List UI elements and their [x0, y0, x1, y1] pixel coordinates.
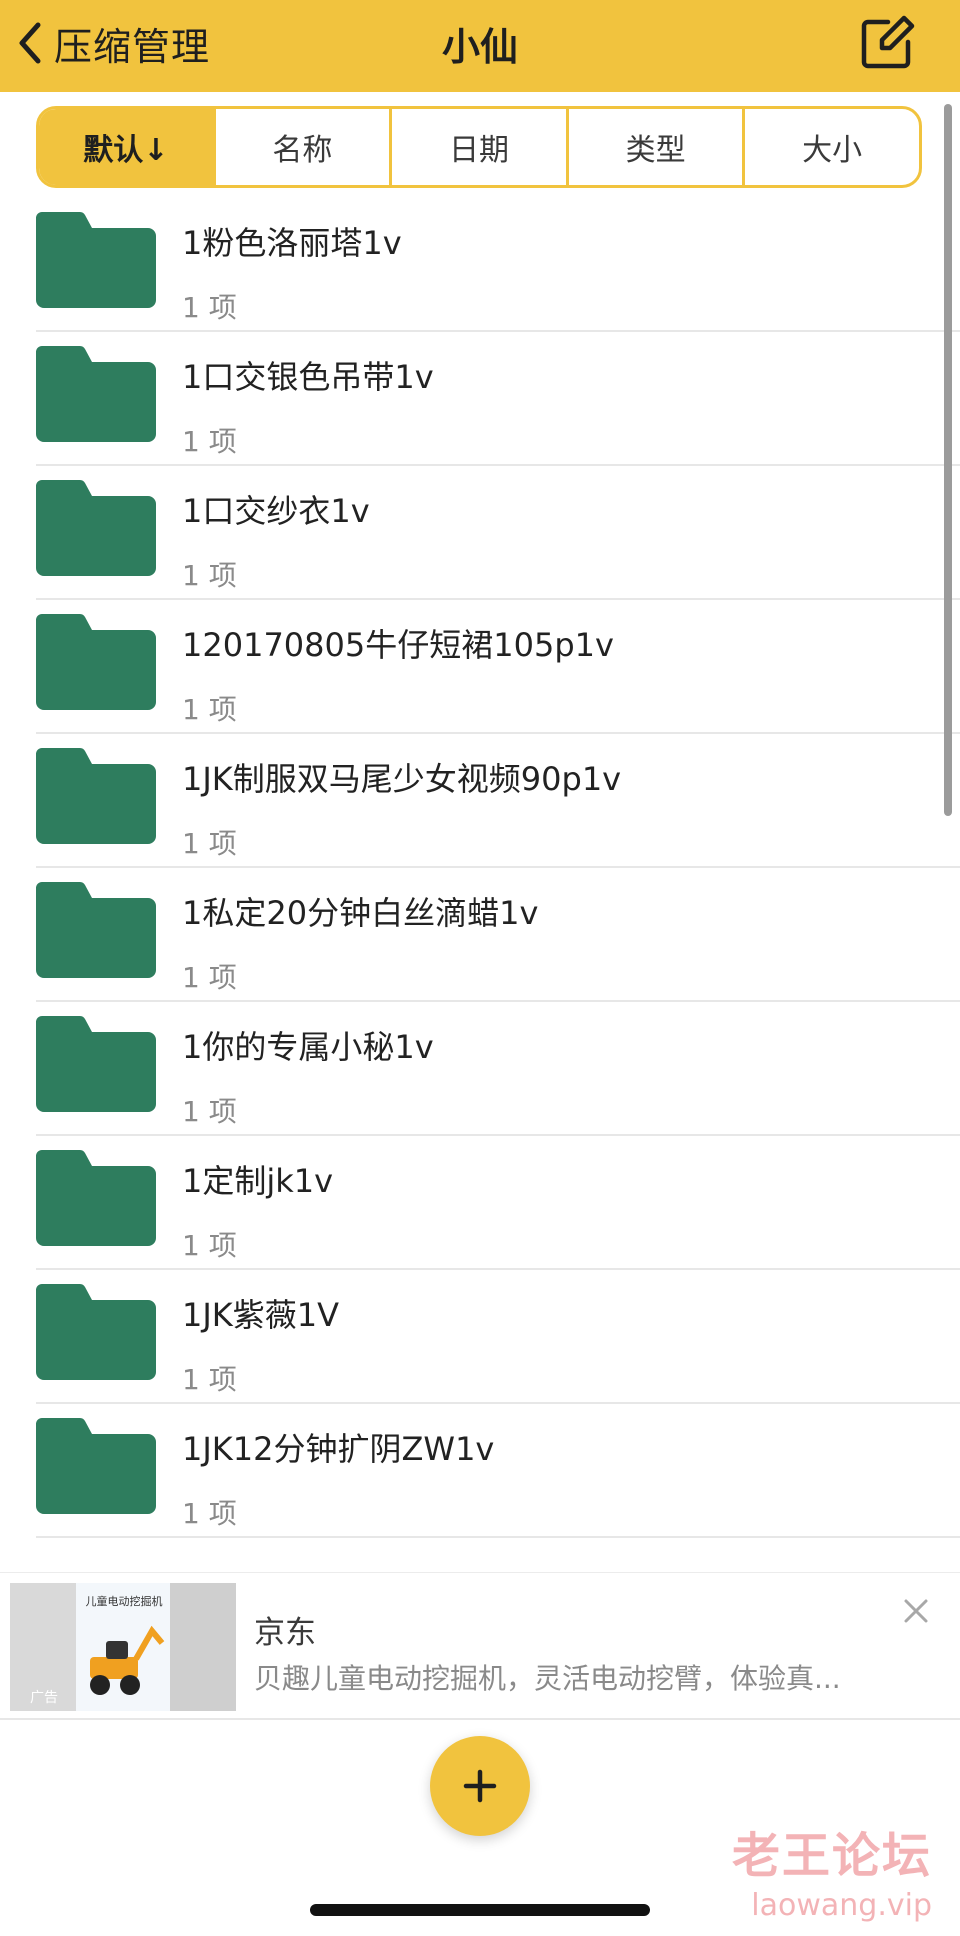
folder-list: 1粉色洛丽塔1v 1 项 1口交银色吊带1v 1 项 1口交纱衣1v 1 项 1… [0, 198, 960, 1538]
folder-icon [36, 748, 156, 844]
chevron-left-icon [19, 22, 41, 64]
back-label: 压缩管理 [54, 24, 211, 69]
nav-bar: 压缩管理 小仙 [0, 0, 960, 92]
folder-name: 1粉色洛丽塔1v [182, 224, 402, 262]
list-item[interactable]: 1口交银色吊带1v 1 项 [0, 332, 960, 466]
ad-tag: 广告 [30, 1690, 58, 1706]
item-count: 1 项 [182, 1497, 237, 1530]
folder-name: 1JK12分钟扩阴ZW1v [182, 1430, 495, 1468]
item-count: 1 项 [182, 559, 237, 592]
sort-tab-label: 日期 [448, 133, 509, 168]
close-icon[interactable] [898, 1593, 934, 1629]
sort-tab-type[interactable]: 类型 [565, 109, 743, 185]
list-item[interactable]: 1你的专属小秘1v 1 项 [0, 1002, 960, 1136]
sort-tab-name[interactable]: 名称 [212, 109, 390, 185]
sort-tab-label: 名称 [272, 133, 333, 168]
sort-tab-label: 类型 [625, 133, 686, 168]
add-button[interactable] [430, 1736, 530, 1836]
folder-name: 120170805牛仔短裙105p1v [182, 626, 614, 664]
watermark-en: laowang.vip [751, 1888, 932, 1923]
sort-tab-date[interactable]: 日期 [389, 109, 566, 185]
screen: 压缩管理 小仙 默认↓ 名称 日期 类型 大小 1粉色洛丽塔1v 1 项 1口交… [0, 0, 960, 1936]
folder-icon [36, 480, 156, 576]
ad-thumb-left: 广告 [10, 1583, 76, 1711]
folder-name: 1你的专属小秘1v [182, 1028, 434, 1066]
folder-name: 1私定20分钟白丝滴蜡1v [182, 894, 539, 932]
sort-tab-default[interactable]: 默认↓ [39, 109, 213, 185]
edit-button[interactable] [858, 14, 916, 72]
list-item[interactable]: 1JK12分钟扩阴ZW1v 1 项 [0, 1404, 960, 1538]
watermark: 老王论坛 laowang.vip [732, 1816, 932, 1923]
plus-icon [463, 1769, 497, 1803]
home-indicator[interactable] [310, 1904, 650, 1916]
folder-name: 1口交银色吊带1v [182, 358, 434, 396]
compose-icon [861, 15, 915, 69]
list-item[interactable]: 1JK制服双马尾少女视频90p1v 1 项 [0, 734, 960, 868]
list-item[interactable]: 1粉色洛丽塔1v 1 项 [0, 198, 960, 332]
list-item[interactable]: 120170805牛仔短裙105p1v 1 项 [0, 600, 960, 734]
folder-icon [36, 882, 156, 978]
back-button[interactable]: 压缩管理 [14, 12, 210, 74]
list-item[interactable]: 1JK紫薇1V 1 项 [0, 1270, 960, 1404]
folder-name: 1JK紫薇1V [182, 1296, 340, 1334]
item-count: 1 项 [182, 961, 237, 994]
folder-icon [36, 1418, 156, 1514]
excavator-icon [90, 1625, 165, 1695]
item-count: 1 项 [182, 1229, 237, 1262]
watermark-cn: 老王论坛 [731, 1828, 932, 1884]
folder-icon [36, 1150, 156, 1246]
folder-icon [36, 346, 156, 442]
ad-source: 京东 [254, 1615, 316, 1651]
ad-thumb-right [170, 1583, 236, 1711]
list-item[interactable]: 1私定20分钟白丝滴蜡1v 1 项 [0, 868, 960, 1002]
folder-icon [36, 1284, 156, 1380]
folder-name: 1口交纱衣1v [182, 492, 370, 530]
item-count: 1 项 [182, 693, 237, 726]
folder-name: 1定制jk1v [182, 1162, 334, 1200]
ad-image: 广告 儿童电动挖掘机 [10, 1583, 236, 1711]
sort-tab-label: 大小 [802, 133, 863, 168]
sort-tab-label: 默认↓ [83, 133, 169, 168]
sort-segmented-control: 默认↓ 名称 日期 类型 大小 [36, 106, 922, 188]
sort-tab-size[interactable]: 大小 [742, 109, 919, 185]
item-count: 1 项 [182, 291, 237, 324]
item-count: 1 项 [182, 827, 237, 860]
folder-name: 1JK制服双马尾少女视频90p1v [182, 760, 622, 798]
item-count: 1 项 [182, 1363, 237, 1396]
list-item[interactable]: 1口交纱衣1v 1 项 [0, 466, 960, 600]
scrollbar[interactable] [944, 104, 952, 816]
item-count: 1 项 [182, 425, 237, 458]
list-item[interactable]: 1定制jk1v 1 项 [0, 1136, 960, 1270]
ad-description: 贝趣儿童电动挖掘机，灵活电动挖臂，体验真... [254, 1662, 841, 1695]
folder-icon [36, 212, 156, 308]
item-count: 1 项 [182, 1095, 237, 1128]
folder-icon [36, 614, 156, 710]
ad-banner[interactable]: 广告 儿童电动挖掘机 京东 贝趣儿童电动挖掘机，灵活电动挖臂，体验真... [0, 1572, 960, 1720]
folder-icon [36, 1016, 156, 1112]
ad-thumb-main: 儿童电动挖掘机 [76, 1583, 170, 1711]
